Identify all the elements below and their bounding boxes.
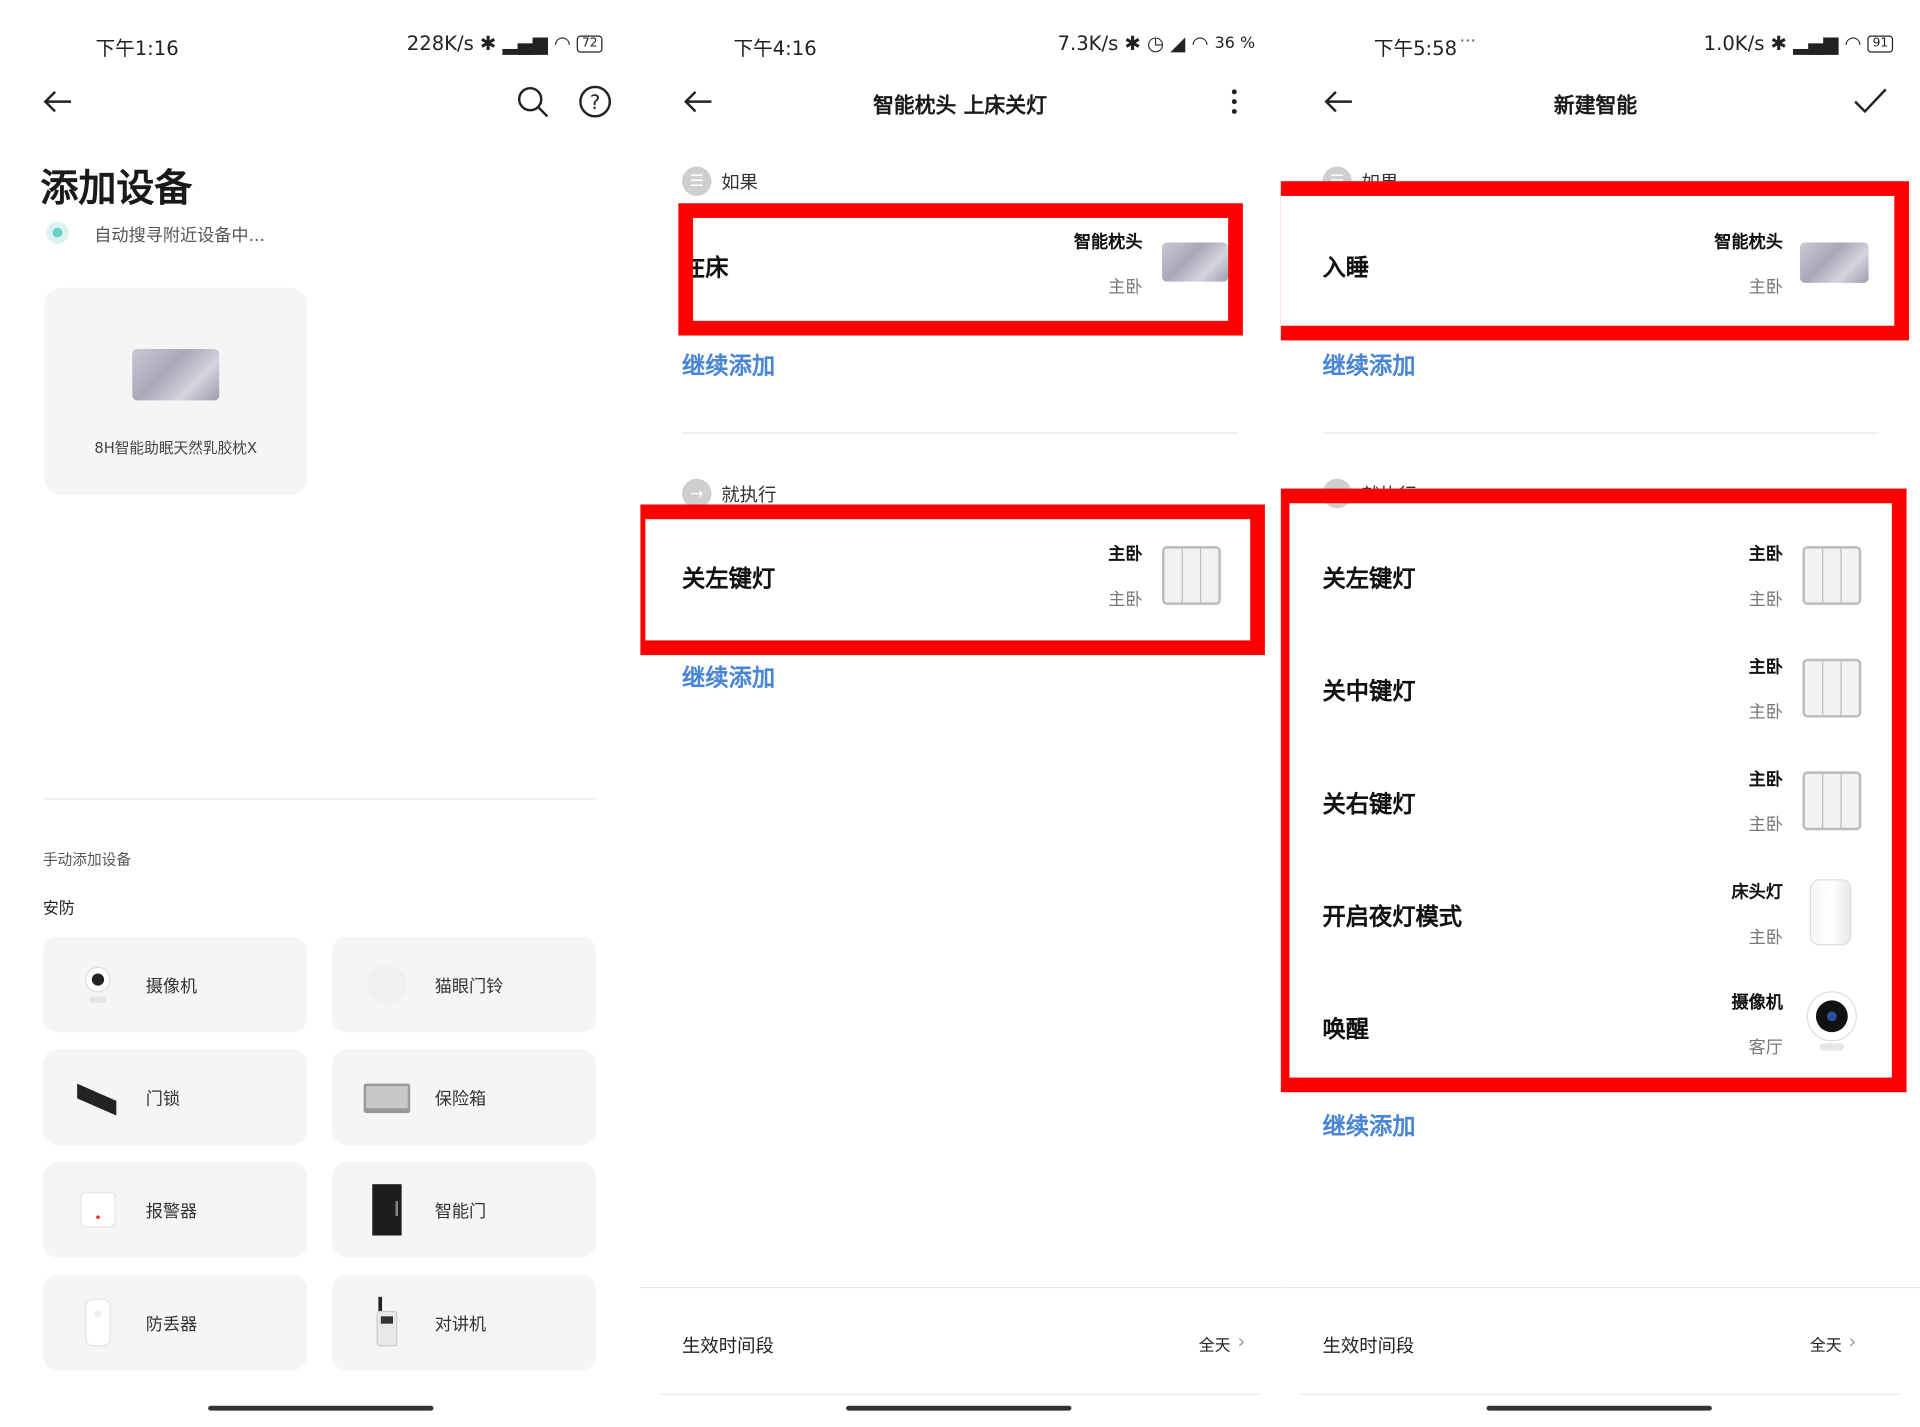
- alarm-clock-icon: ◷: [1147, 31, 1165, 56]
- effective-time-row[interactable]: 生效时间段 全天 ›: [640, 1288, 1279, 1393]
- status-bar: 下午1:16 228K/s ✱ ▂▄▆ ◠ 72: [0, 32, 639, 61]
- signal-icon: ▂▄▆: [1793, 31, 1839, 56]
- door-lock-icon: [77, 1083, 117, 1116]
- status-icons: 1.0K/s ✱ ▂▄▆ ◠ 91: [1703, 31, 1894, 56]
- searching-indicator-icon: [46, 221, 69, 244]
- chevron-right-icon: ›: [1848, 1329, 1857, 1354]
- status-bar: 下午4:16 7.3K/s ✱ ◷ ◢ ◠ 36 %: [640, 32, 1279, 61]
- anti-loss-icon: [85, 1298, 111, 1347]
- home-indicator[interactable]: [1486, 1405, 1712, 1411]
- more-notifications-icon: ···: [1459, 31, 1476, 52]
- divider: [1322, 432, 1879, 434]
- walkie-talkie-icon: [376, 1296, 398, 1347]
- highlight-box: [1280, 181, 1909, 341]
- home-indicator[interactable]: [846, 1405, 1072, 1411]
- then-label: 就执行: [721, 483, 777, 506]
- scene-edit-screen: 下午4:16 7.3K/s ✱ ◷ ◢ ◠ 36 % 智能枕头 上床关灯 ☰ 如…: [640, 0, 1280, 1427]
- device-tile-label: 防丢器: [145, 1315, 198, 1335]
- add-more-condition-link[interactable]: 继续添加: [1322, 348, 1415, 381]
- device-tile-door-lock[interactable]: 门锁: [42, 1049, 308, 1145]
- effective-time-value: 全天: [1809, 1337, 1842, 1356]
- add-more-condition-link[interactable]: 继续添加: [682, 348, 775, 381]
- safe-icon: [363, 1083, 411, 1114]
- bluetooth-icon: ✱: [1124, 31, 1141, 56]
- signal-icon: ▂▄▆: [502, 31, 548, 56]
- device-tile-walkie-talkie[interactable]: 对讲机: [331, 1274, 597, 1371]
- effective-time-label: 生效时间段: [682, 1334, 774, 1357]
- device-tile-label: 门锁: [145, 1089, 181, 1110]
- add-more-action-link[interactable]: 继续添加: [1322, 1108, 1415, 1141]
- device-tile-label: 报警器: [145, 1202, 198, 1223]
- category-label: 安防: [42, 900, 75, 919]
- page-title: 智能枕头 上床关灯: [873, 94, 1047, 119]
- status-icons: 228K/s ✱ ▂▄▆ ◠ 72: [407, 32, 603, 55]
- device-tile-peephole-doorbell[interactable]: 猫眼门铃: [331, 936, 597, 1033]
- device-tile-anti-loss[interactable]: 防丢器: [42, 1274, 308, 1371]
- status-bar: 下午5:58 ··· 1.0K/s ✱ ▂▄▆ ◠ 91: [1281, 31, 1920, 61]
- status-icons: 7.3K/s ✱ ◷ ◢ ◠ 36 %: [1058, 32, 1256, 55]
- search-icon[interactable]: [514, 83, 551, 120]
- camera-icon: [85, 966, 111, 1003]
- if-section-header: ☰ 如果: [682, 166, 758, 196]
- bluetooth-icon: ✱: [1770, 31, 1788, 56]
- checkmark-icon[interactable]: [1851, 83, 1888, 120]
- back-arrow-icon[interactable]: [39, 83, 76, 120]
- effective-time-row[interactable]: 生效时间段 全天 ›: [1281, 1288, 1920, 1393]
- smart-door-icon: [372, 1184, 402, 1236]
- page-title: 添加设备: [40, 166, 193, 211]
- peephole-doorbell-icon: [367, 964, 407, 1005]
- manual-add-title: 手动添加设备: [42, 851, 132, 869]
- pillow-icon: [132, 348, 220, 401]
- wifi-icon: ◠: [1844, 31, 1862, 56]
- battery-icon: 72: [577, 34, 603, 53]
- device-tile-label: 摄像机: [145, 977, 198, 997]
- divider: [682, 432, 1238, 434]
- more-menu-icon[interactable]: [1216, 83, 1253, 120]
- add-more-action-link[interactable]: 继续添加: [682, 660, 775, 693]
- page-title: 新建智能: [1553, 94, 1638, 119]
- device-tile-label: 猫眼门铃: [434, 977, 504, 997]
- help-icon[interactable]: ?: [577, 83, 614, 120]
- device-tile-camera[interactable]: 摄像机: [42, 936, 308, 1033]
- device-tile-smart-door[interactable]: 智能门: [331, 1162, 597, 1258]
- add-device-screen: 下午1:16 228K/s ✱ ▂▄▆ ◠ 72 ? 添加设备 自动搜寻附近设备…: [0, 0, 640, 1427]
- found-device-name: 8H智能助眠天然乳胶枕X: [94, 439, 258, 457]
- if-label: 如果: [721, 170, 758, 193]
- device-tile-label: 保险箱: [434, 1089, 487, 1110]
- device-tile-label: 对讲机: [434, 1315, 487, 1335]
- home-indicator[interactable]: [208, 1405, 434, 1411]
- list-icon: ☰: [682, 166, 712, 196]
- highlight-box: [1280, 488, 1907, 1093]
- divider: [660, 1393, 1261, 1395]
- new-smart-screen: 下午5:58 ··· 1.0K/s ✱ ▂▄▆ ◠ 91 新建智能 ☰ 如果 入…: [1280, 0, 1920, 1427]
- highlight-box: [678, 203, 1243, 336]
- network-speed: 7.3K/s: [1057, 31, 1119, 56]
- status-time: 下午4:16: [733, 36, 817, 61]
- network-speed: 228K/s: [406, 31, 474, 56]
- signal-icon: ◢: [1170, 31, 1186, 56]
- effective-time-value: 全天: [1198, 1337, 1231, 1356]
- status-time: 下午5:58: [1373, 36, 1458, 61]
- bluetooth-icon: ✱: [479, 31, 497, 56]
- battery-icon: 91: [1867, 34, 1894, 53]
- chevron-right-icon: ›: [1237, 1329, 1246, 1354]
- searching-text: 自动搜寻附近设备中...: [94, 226, 265, 247]
- network-speed: 1.0K/s: [1703, 31, 1765, 56]
- device-tile-safe[interactable]: 保险箱: [331, 1049, 597, 1145]
- divider: [1300, 1393, 1901, 1395]
- found-device-card[interactable]: 8H智能助眠天然乳胶枕X: [44, 287, 308, 495]
- device-tile-label: 智能门: [434, 1202, 487, 1223]
- device-tile-alarm[interactable]: 报警器: [42, 1162, 308, 1258]
- status-time: 下午1:16: [95, 36, 179, 61]
- effective-time-label: 生效时间段: [1322, 1334, 1415, 1357]
- svg-text:?: ?: [590, 91, 600, 114]
- highlight-box: [640, 504, 1265, 656]
- wifi-icon: ◠: [553, 31, 571, 56]
- wifi-icon: ◠: [1191, 31, 1209, 56]
- divider: [42, 798, 597, 800]
- alarm-icon: [80, 1192, 116, 1228]
- battery-text: 36 %: [1214, 34, 1256, 53]
